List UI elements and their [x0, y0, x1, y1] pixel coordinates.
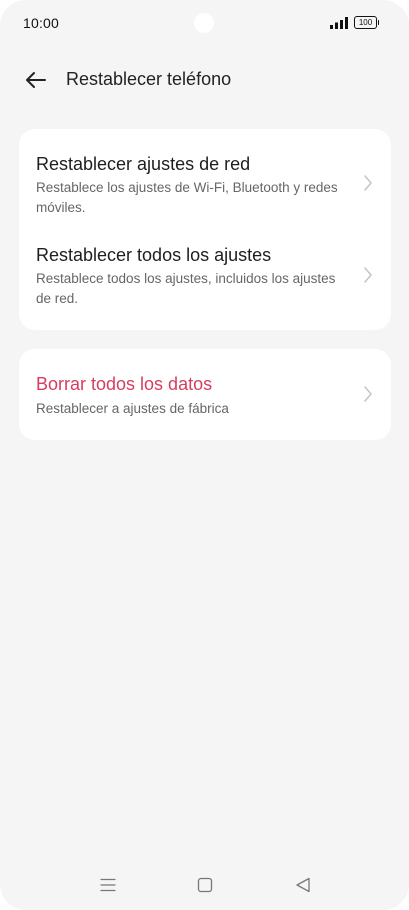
reset-options-card: Restablecer ajustes de red Restablece lo…: [19, 129, 391, 330]
status-bar: 10:00 100: [0, 0, 409, 50]
reset-network-settings-item[interactable]: Restablecer ajustes de red Restablece lo…: [19, 129, 391, 229]
item-title: Restablecer ajustes de red: [36, 154, 251, 174]
reset-all-settings-item[interactable]: Restablecer todos los ajustes Restablece…: [19, 229, 391, 330]
signal-icon: [330, 17, 348, 29]
chevron-right-icon: [364, 175, 372, 191]
item-subtitle: Restablece los ajustes de Wi-Fi, Bluetoo…: [36, 180, 338, 215]
item-title: Borrar todos los datos: [36, 374, 213, 394]
status-time: 10:00: [23, 15, 60, 31]
back-triangle-icon[interactable]: [294, 876, 312, 894]
back-arrow-icon[interactable]: [24, 68, 48, 92]
home-icon[interactable]: [196, 876, 214, 894]
menu-icon[interactable]: [99, 876, 117, 894]
item-subtitle: Restablece todos los ajustes, incluidos …: [36, 271, 336, 306]
item-title: Restablecer todos los ajustes: [36, 245, 272, 265]
navigation-bar: [0, 866, 409, 906]
battery-level: 100: [358, 18, 373, 27]
front-camera-cutout: [194, 13, 214, 33]
phone-screen: 10:00 100 Restablecer teléfono Restablec…: [0, 0, 409, 910]
page-title: Restablecer teléfono: [66, 69, 232, 89]
erase-data-card: Borrar todos los datos Restablecer a aju…: [19, 349, 391, 440]
page-header: Restablecer teléfono: [0, 58, 409, 102]
battery-icon: 100: [354, 16, 379, 29]
chevron-right-icon: [364, 386, 372, 402]
erase-all-data-item[interactable]: Borrar todos los datos Restablecer a aju…: [19, 349, 391, 440]
chevron-right-icon: [364, 267, 372, 283]
item-subtitle: Restablecer a ajustes de fábrica: [36, 401, 229, 416]
